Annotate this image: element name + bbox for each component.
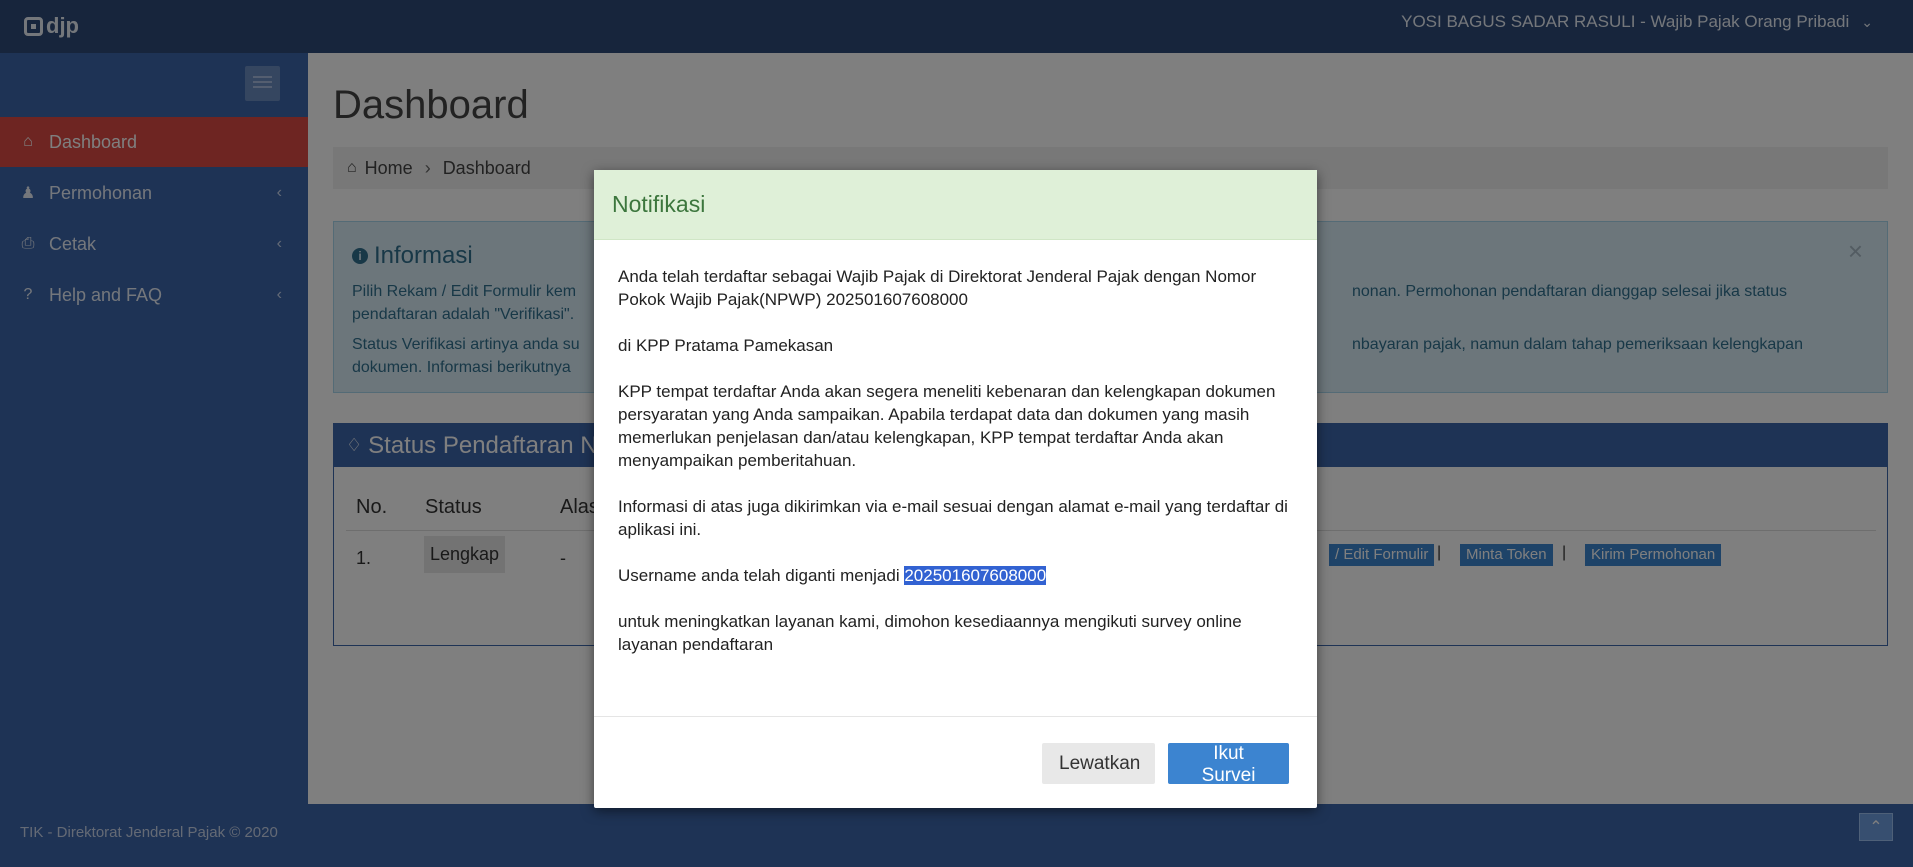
- username-text: Username anda telah diganti menjadi: [618, 566, 905, 585]
- survey-paragraph: untuk meningkatkan layanan kami, dimohon…: [618, 612, 1242, 654]
- notification-modal: Notifikasi Anda telah terdaftar sebagai …: [594, 170, 1317, 808]
- npwp-paragraph: Anda telah terdaftar sebagai Wajib Pajak…: [618, 267, 1257, 309]
- skip-button[interactable]: Lewatkan: [1042, 743, 1155, 784]
- modal-footer: Lewatkan Ikut Survei: [594, 716, 1317, 808]
- kpp-paragraph: di KPP Pratama Pamekasan: [618, 336, 834, 355]
- modal-body: Anda telah terdaftar sebagai Wajib Pajak…: [618, 265, 1293, 679]
- username-value[interactable]: 202501607608000: [904, 566, 1047, 585]
- email-paragraph: Informasi di atas juga dikirimkan via e-…: [618, 497, 1288, 539]
- take-survey-button[interactable]: Ikut Survei: [1168, 743, 1289, 786]
- verification-paragraph: KPP tempat terdaftar Anda akan segera me…: [618, 382, 1276, 470]
- modal-title: Notifikasi: [612, 191, 706, 217]
- username-paragraph: Username anda telah diganti menjadi 2025…: [618, 564, 1293, 587]
- modal-header: Notifikasi: [594, 170, 1317, 240]
